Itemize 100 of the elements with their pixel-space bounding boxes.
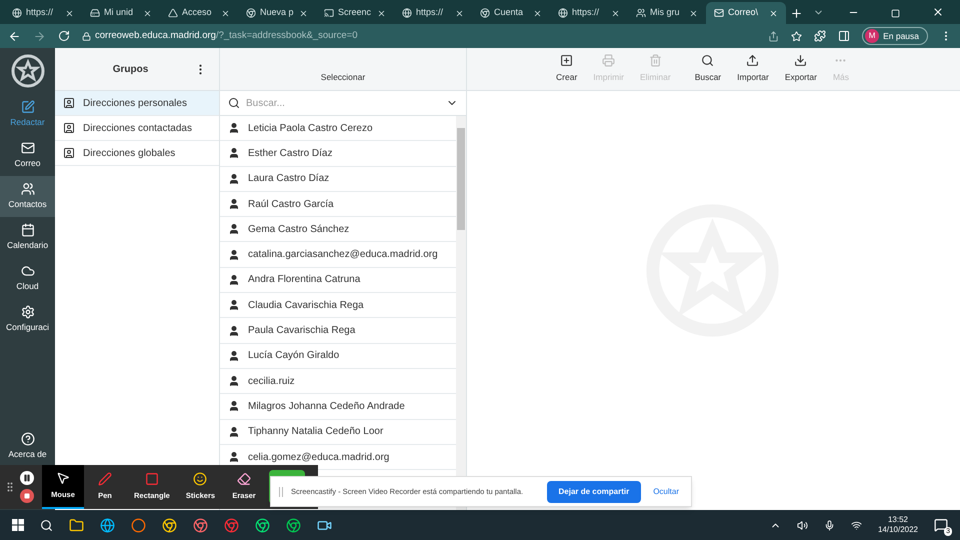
clock-date: 14/10/2022: [878, 525, 918, 535]
chrome-icon[interactable]: [255, 518, 270, 532]
contact-row[interactable]: Claudia Cavarischia Rega: [220, 293, 456, 318]
profile-button[interactable]: M En pausa: [862, 27, 928, 45]
contact-row[interactable]: Tiphanny Natalia Cedeño Loor: [220, 420, 456, 445]
tab-title: https://: [416, 6, 444, 20]
contact-row[interactable]: Lucía Cayón Giraldo: [220, 344, 456, 369]
browser-tab[interactable]: Mi unid: [82, 2, 160, 24]
restore-icon[interactable]: [891, 9, 900, 18]
browser-tab[interactable]: Nueva p: [238, 2, 316, 24]
person-icon: [228, 375, 240, 388]
toolbar-button[interactable]: Crear: [550, 54, 584, 84]
nav-item[interactable]: Calendario: [0, 217, 55, 258]
reload-icon[interactable]: [58, 30, 70, 42]
side-panel-icon[interactable]: [838, 30, 850, 42]
nav-item[interactable]: Acerca de: [0, 428, 55, 464]
url-text: correoweb.educa.madrid.org/?_task=addressbook&_source=0: [95, 28, 358, 43]
avatar: M: [865, 29, 880, 43]
hide-button[interactable]: Ocultar: [649, 486, 683, 498]
close-icon[interactable]: [533, 8, 542, 18]
close-icon[interactable]: [65, 8, 74, 18]
tab-title: Nueva p: [260, 6, 295, 20]
browser-tab[interactable]: Acceso: [160, 2, 238, 24]
pause-button[interactable]: [20, 471, 34, 485]
folder-icon[interactable]: [69, 518, 84, 532]
browser-tab[interactable]: Mis gru: [628, 2, 706, 24]
contact-row[interactable]: Gema Castro Sánchez: [220, 217, 456, 242]
browser-tab[interactable]: Correo\: [706, 2, 786, 24]
close-icon[interactable]: [689, 8, 698, 18]
select-button[interactable]: Seleccionar: [320, 71, 366, 84]
tab-title: Acceso: [182, 6, 213, 20]
pause-icon: [23, 474, 31, 482]
share-icon[interactable]: [768, 30, 780, 42]
logo-icon: [10, 54, 44, 88]
browser-tab[interactable]: Cuenta: [472, 2, 550, 24]
nav-item[interactable]: Correo: [0, 135, 55, 176]
chrome-icon[interactable]: [286, 518, 301, 532]
group-item[interactable]: Direcciones personales: [55, 91, 219, 116]
tab-title: Correo\: [728, 6, 760, 20]
network-icon[interactable]: [850, 520, 862, 530]
contact-row[interactable]: Raúl Castro García: [220, 192, 456, 218]
browser-tab[interactable]: Screenc: [316, 2, 394, 24]
tab-icon: [714, 8, 724, 18]
toolbar-button[interactable]: Exportar: [778, 54, 823, 84]
nav-item[interactable]: Cloud: [0, 258, 55, 299]
toolbar-icon: [648, 54, 662, 68]
toolbar-button[interactable]: Buscar: [688, 54, 728, 84]
drag-handle-icon: [279, 486, 283, 496]
close-icon[interactable]: [611, 8, 620, 18]
contact-row[interactable]: catalina.garciasanchez@educa.madrid.org: [220, 242, 456, 268]
close-icon[interactable]: [221, 8, 230, 18]
contact-row[interactable]: Laura Castro Díaz: [220, 166, 456, 192]
contact-row[interactable]: cecilia.ruiz: [220, 368, 456, 394]
new-tab-icon[interactable]: [790, 7, 803, 20]
person-icon: [228, 299, 240, 312]
browser-tab[interactable]: https://: [394, 2, 472, 24]
stop-button[interactable]: [20, 489, 34, 503]
tab-title: Mi unid: [104, 6, 134, 20]
tab-icon: [246, 8, 256, 18]
chrome-icon[interactable]: [193, 518, 208, 532]
person-icon: [228, 198, 240, 210]
nav-icon: [20, 182, 34, 196]
person-icon: [228, 350, 240, 362]
nav-item[interactable]: Contactos: [0, 176, 55, 217]
close-icon[interactable]: [455, 8, 464, 18]
close-icon[interactable]: [299, 8, 308, 18]
person-icon: [228, 426, 240, 438]
browser-tab[interactable]: https://: [550, 2, 628, 24]
contact-row[interactable]: Paula Cavarischia Rega: [220, 318, 456, 344]
forward-icon[interactable]: [33, 30, 46, 42]
nav-item[interactable]: Configuraci: [0, 299, 55, 340]
nav-item[interactable]: Redactar: [0, 94, 55, 135]
chrome-icon[interactable]: [224, 518, 239, 532]
close-icon[interactable]: [377, 8, 386, 18]
browser-tab[interactable]: https://: [4, 2, 82, 24]
search-icon: [228, 97, 240, 109]
nav-icon: [20, 305, 34, 320]
tool-icon: [237, 472, 252, 486]
search-icon[interactable]: [40, 518, 53, 532]
microphone-icon[interactable]: [824, 520, 835, 530]
address-field[interactable]: correoweb.educa.madrid.org/?_task=addressbook&_source=0: [82, 27, 756, 45]
volume-icon[interactable]: [796, 520, 808, 530]
contact-row[interactable]: Esther Castro Díaz: [220, 141, 456, 167]
address-book-icon: [63, 97, 75, 109]
search-field[interactable]: Buscar...: [246, 96, 440, 110]
back-icon[interactable]: [8, 30, 21, 42]
extensions-icon[interactable]: [814, 30, 826, 42]
toolbar-button[interactable]: Importar: [731, 54, 775, 84]
nav-icon: [20, 141, 34, 156]
chrome-icon[interactable]: [162, 518, 177, 532]
close-icon[interactable]: [143, 8, 152, 18]
close-icon[interactable]: [932, 6, 944, 18]
stop-sharing-button[interactable]: Dejar de compartir: [546, 480, 642, 502]
bookmark-icon[interactable]: [791, 30, 802, 42]
contact-row[interactable]: Leticia Paola Castro Cerezo: [220, 116, 456, 142]
notifications-icon[interactable]: [934, 518, 948, 532]
person-icon: [228, 274, 240, 286]
windows-icon[interactable]: [12, 519, 24, 531]
contact-row[interactable]: Milagros Johanna Cedeño Andrade: [220, 394, 456, 420]
contact-row[interactable]: Andra Florentina Catruna: [220, 268, 456, 294]
